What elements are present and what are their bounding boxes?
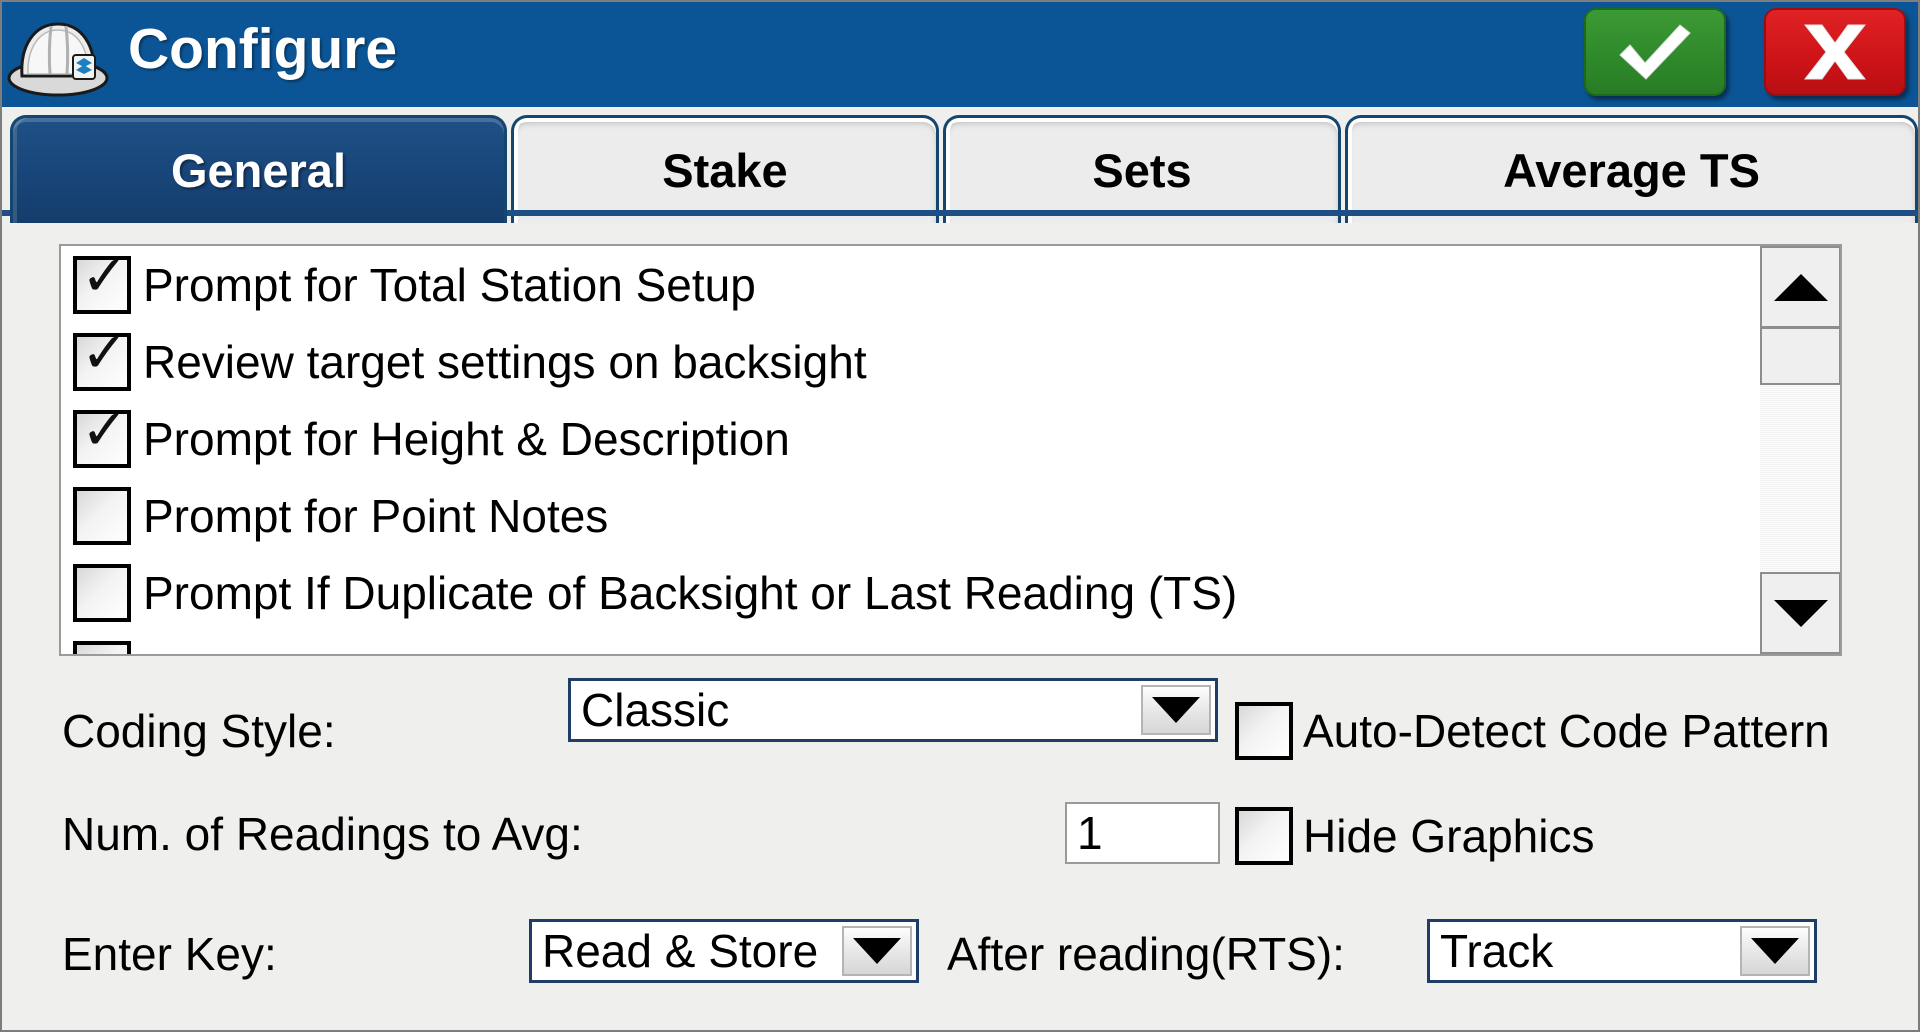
triangle-down-icon bbox=[1152, 697, 1200, 723]
chevron-down-icon[interactable] bbox=[1141, 685, 1211, 735]
list-item[interactable]: ✓ Review target settings on backsight bbox=[61, 323, 1840, 400]
checkbox-partial-row[interactable] bbox=[73, 640, 131, 654]
triangle-down-icon bbox=[1751, 938, 1799, 964]
list-scrollbar[interactable] bbox=[1759, 246, 1840, 654]
list-item-label: Review target settings on backsight bbox=[143, 335, 867, 388]
page-title: Configure bbox=[128, 17, 398, 81]
check-icon bbox=[1619, 24, 1691, 80]
enter-key-label: Enter Key: bbox=[62, 928, 277, 980]
check-icon: ✓ bbox=[81, 320, 128, 386]
hide-graphics-checkbox[interactable]: Hide Graphics bbox=[1235, 807, 1594, 865]
checkbox-box[interactable] bbox=[1235, 807, 1293, 865]
hardhat-icon bbox=[4, 8, 112, 100]
list-item[interactable]: Prompt for Point Notes bbox=[61, 477, 1840, 554]
checkbox-box[interactable] bbox=[1235, 702, 1293, 760]
enter-key-dropdown[interactable]: Read & Store bbox=[529, 919, 919, 983]
checkbox-review-target-settings[interactable]: ✓ bbox=[73, 325, 131, 391]
coding-style-value: Classic bbox=[581, 684, 730, 736]
after-reading-dropdown[interactable]: Track bbox=[1427, 919, 1817, 983]
list-item[interactable] bbox=[61, 631, 1840, 654]
list-item[interactable]: Prompt If Duplicate of Backsight or Last… bbox=[61, 554, 1840, 631]
triangle-up-icon bbox=[1773, 273, 1828, 301]
auto-detect-code-pattern-checkbox[interactable]: Auto-Detect Code Pattern bbox=[1235, 702, 1830, 760]
list-item[interactable]: ✓ Prompt for Total Station Setup bbox=[61, 246, 1840, 323]
tab-bar: General Stake Sets Average TS bbox=[2, 107, 1918, 223]
checkbox-prompt-duplicate-backsight[interactable] bbox=[73, 563, 131, 622]
tab-label: Average TS bbox=[1503, 144, 1760, 197]
check-icon: ✓ bbox=[81, 244, 128, 309]
chevron-down-icon[interactable] bbox=[1740, 926, 1810, 976]
tab-average-ts[interactable]: Average TS bbox=[1345, 115, 1918, 223]
scrollbar-track[interactable] bbox=[1760, 385, 1840, 572]
list-item-label: Prompt for Height & Description bbox=[143, 412, 790, 465]
list-item[interactable]: ✓ Prompt for Height & Description bbox=[61, 400, 1840, 477]
title-bar: Configure bbox=[2, 2, 1918, 107]
after-reading-value: Track bbox=[1440, 925, 1554, 977]
after-reading-label: After reading(RTS): bbox=[947, 928, 1345, 980]
tab-label: Sets bbox=[1092, 144, 1192, 197]
checkbox-prompt-height-description[interactable]: ✓ bbox=[73, 402, 131, 468]
tab-label: General bbox=[170, 144, 347, 197]
enter-key-value: Read & Store bbox=[542, 925, 819, 977]
cancel-button[interactable] bbox=[1764, 8, 1906, 96]
triangle-down-icon bbox=[1773, 599, 1828, 627]
scrollbar-thumb[interactable] bbox=[1760, 327, 1840, 385]
auto-detect-label: Auto-Detect Code Pattern bbox=[1303, 705, 1830, 757]
tab-sets[interactable]: Sets bbox=[943, 115, 1341, 223]
checkbox-prompt-total-station-setup[interactable]: ✓ bbox=[73, 248, 131, 314]
list-item-label: Prompt for Point Notes bbox=[143, 489, 609, 542]
list-item-label: Prompt If Duplicate of Backsight or Last… bbox=[143, 566, 1238, 619]
triangle-down-icon bbox=[853, 938, 901, 964]
checkbox-prompt-point-notes[interactable] bbox=[73, 486, 131, 545]
tab-label: Stake bbox=[662, 144, 788, 197]
hide-graphics-label: Hide Graphics bbox=[1303, 810, 1595, 862]
check-icon: ✓ bbox=[81, 397, 128, 463]
list-item-label: Prompt for Total Station Setup bbox=[143, 258, 756, 311]
configure-window: Configure General Stake Sets Average TS bbox=[0, 0, 1920, 1032]
close-icon bbox=[1803, 24, 1867, 80]
options-list[interactable]: ✓ Prompt for Total Station Setup ✓ Revie… bbox=[59, 244, 1842, 656]
scroll-down-icon[interactable] bbox=[1760, 572, 1840, 654]
scroll-up-icon[interactable] bbox=[1760, 246, 1840, 328]
coding-style-dropdown[interactable]: Classic bbox=[568, 678, 1218, 742]
ok-button[interactable] bbox=[1584, 8, 1726, 96]
tab-stake[interactable]: Stake bbox=[511, 115, 939, 223]
chevron-down-icon[interactable] bbox=[842, 926, 912, 976]
num-readings-input[interactable]: 1 bbox=[1065, 802, 1220, 864]
num-readings-label: Num. of Readings to Avg: bbox=[62, 808, 583, 860]
coding-style-label: Coding Style: bbox=[62, 705, 336, 757]
tab-general[interactable]: General bbox=[10, 115, 507, 223]
